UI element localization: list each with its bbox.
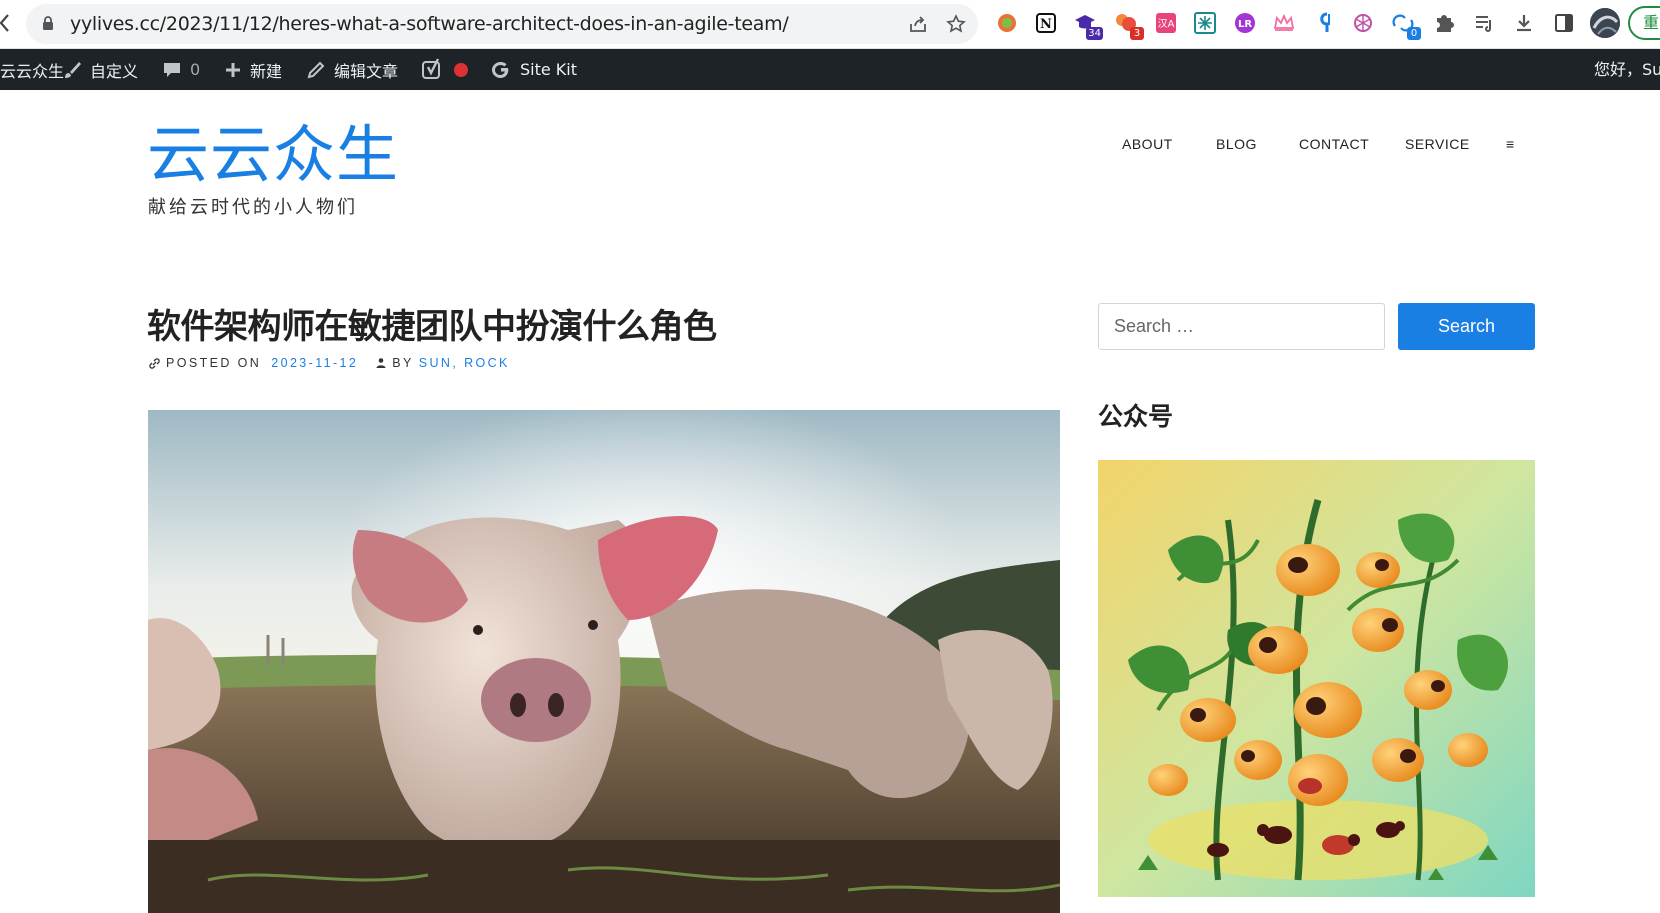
admin-greeting[interactable]: 您好，Su xyxy=(1594,49,1660,90)
svg-text:LR: LR xyxy=(1238,19,1252,30)
admin-site-name[interactable]: 云云众生 xyxy=(0,49,64,90)
puzzle-icon[interactable] xyxy=(1432,11,1456,35)
pencil-icon xyxy=(307,61,325,78)
wp-admin-bar: 云云众生 自定义 0 新建 编辑文章 Site Kit 您好，Su xyxy=(0,49,1660,90)
featured-image-pigs xyxy=(148,410,1060,913)
address-bar[interactable]: yylives.cc/2023/11/12/heres-what-a-softw… xyxy=(26,4,978,44)
admin-site-kit[interactable]: Site Kit xyxy=(490,49,577,90)
nav-more-icon[interactable]: ≡ xyxy=(1506,136,1515,152)
url-text[interactable]: yylives.cc/2023/11/12/heres-what-a-softw… xyxy=(70,13,789,35)
paragraph-icon[interactable] xyxy=(1312,11,1336,35)
nav-item-about[interactable]: ABOUT xyxy=(1122,136,1173,152)
post-title: 软件架构师在敏捷团队中扮演什么角色 xyxy=(147,307,717,347)
admin-new[interactable]: 新建 xyxy=(224,49,282,90)
bookmark-star-icon[interactable] xyxy=(946,14,966,34)
admin-comments-count[interactable]: 0 xyxy=(190,60,200,79)
site-title[interactable]: 云云众生 xyxy=(147,117,399,193)
search-button[interactable]: Search xyxy=(1398,303,1535,350)
admin-customize-label[interactable]: 自定义 xyxy=(90,58,138,82)
browser-toolbar: yylives.cc/2023/11/12/heres-what-a-softw… xyxy=(0,0,1660,49)
wechat-qr-art-image xyxy=(1098,460,1535,897)
author-icon xyxy=(376,358,386,368)
nav-item-service[interactable]: SERVICE xyxy=(1405,136,1470,152)
reading-list-icon[interactable] xyxy=(1472,11,1496,35)
google-g-icon xyxy=(492,61,509,78)
admin-edit-post-label[interactable]: 编辑文章 xyxy=(334,58,398,82)
post-author-link[interactable]: SUN, ROCK xyxy=(419,356,510,370)
admin-customize[interactable]: 自定义 xyxy=(62,49,138,90)
ub-icon[interactable]: LR xyxy=(1233,11,1257,35)
nav-item-contact[interactable]: CONTACT xyxy=(1299,136,1369,152)
by-label: BY xyxy=(392,356,414,370)
search-input[interactable] xyxy=(1098,303,1385,350)
profile-avatar-icon[interactable] xyxy=(1590,8,1620,38)
nav-item-blog[interactable]: BLOG xyxy=(1216,136,1257,152)
sync-icon[interactable]: 0 xyxy=(1391,11,1421,40)
yoast-icon xyxy=(422,57,440,79)
download-icon[interactable] xyxy=(1512,11,1536,35)
brush-icon xyxy=(65,61,81,78)
cluster-icon[interactable]: 3 xyxy=(1114,11,1144,40)
widget-title: 公众号 xyxy=(1098,402,1174,431)
back-icon[interactable] xyxy=(0,10,18,36)
crown-icon[interactable] xyxy=(1272,11,1296,35)
admin-site-kit-label[interactable]: Site Kit xyxy=(520,60,577,79)
share-icon[interactable] xyxy=(908,14,928,34)
svg-text:汉A: 汉A xyxy=(1158,18,1175,30)
admin-comments[interactable]: 0 xyxy=(162,49,200,90)
posted-on-label: POSTED ON xyxy=(166,356,262,370)
translate-icon[interactable]: 汉A xyxy=(1154,11,1178,35)
yoast-menu[interactable] xyxy=(421,49,469,90)
site-description: 献给云时代的小人物们 xyxy=(148,197,358,218)
post-meta: POSTED ON 2023-11-12 BY SUN, ROCK xyxy=(148,354,510,372)
mortarboard-icon[interactable]: 34 xyxy=(1073,11,1103,40)
svg-text:N: N xyxy=(1040,17,1052,32)
grid-flower-icon[interactable] xyxy=(1193,11,1217,35)
post-date-link[interactable]: 2023-11-12 xyxy=(271,356,358,370)
seo-status-dot-icon xyxy=(454,62,468,77)
ring-extension-icon[interactable] xyxy=(995,11,1019,35)
admin-site-name-label[interactable]: 云云众生 xyxy=(0,58,64,82)
comment-icon xyxy=(164,62,180,77)
sync-badge: 0 xyxy=(1407,27,1421,40)
openai-icon[interactable] xyxy=(1351,11,1375,35)
side-panel-icon[interactable] xyxy=(1552,11,1576,35)
cluster-badge: 3 xyxy=(1130,27,1144,40)
admin-edit-post[interactable]: 编辑文章 xyxy=(306,49,398,90)
mortarboard-badge: 34 xyxy=(1086,27,1103,40)
plus-icon xyxy=(226,62,240,77)
notion-icon[interactable]: N xyxy=(1034,11,1058,35)
link-icon xyxy=(149,357,160,369)
lock-icon[interactable] xyxy=(42,16,54,31)
profile-button[interactable]: 重 xyxy=(1628,6,1660,40)
admin-new-label[interactable]: 新建 xyxy=(250,58,282,82)
